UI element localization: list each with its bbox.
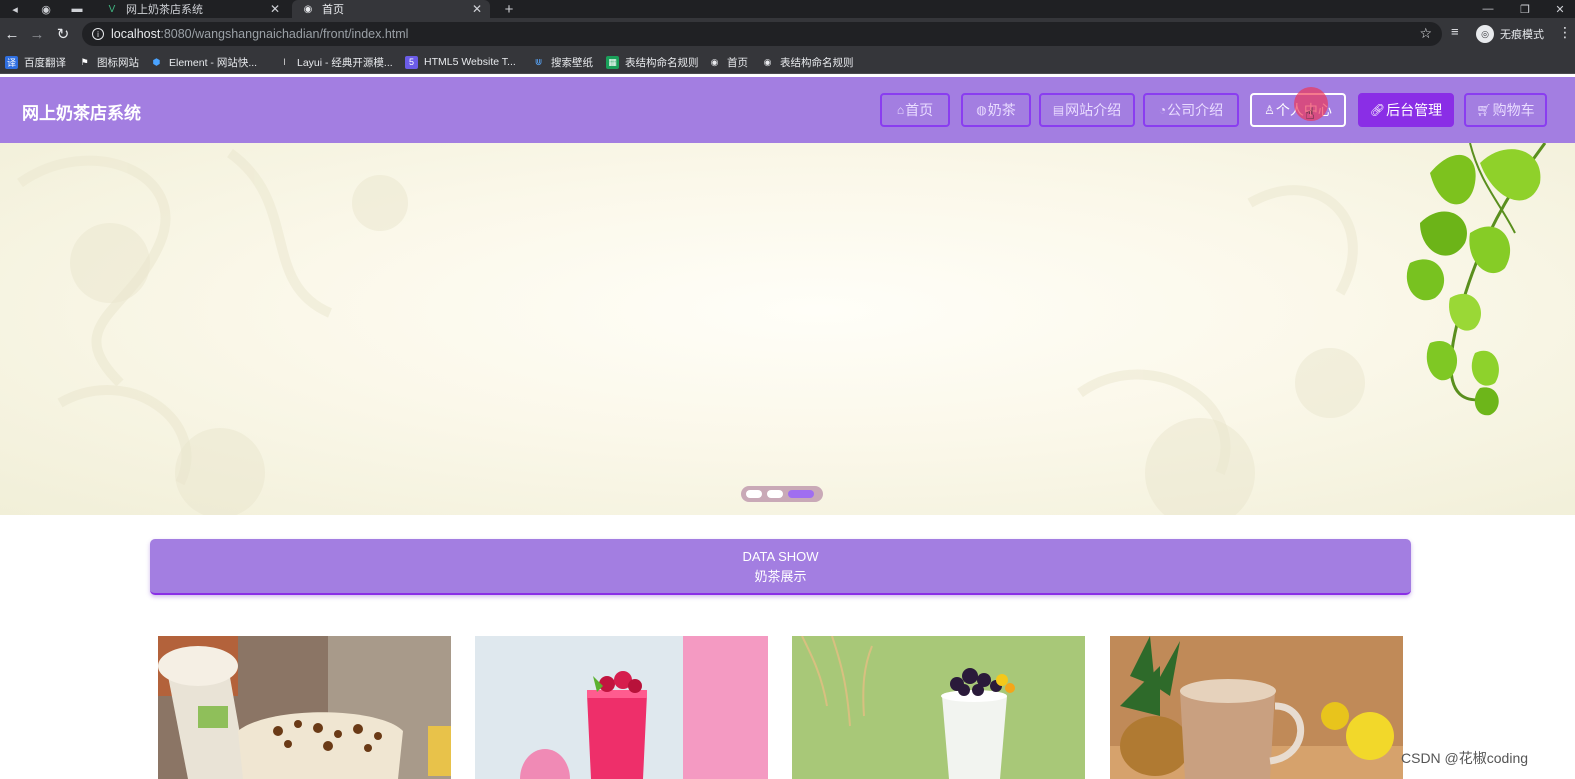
bookmark-item[interactable]: ▦ 表结构命名规则 bbox=[606, 54, 699, 70]
window-close-button[interactable]: ✕ bbox=[1545, 0, 1575, 18]
translate-icon: 译 bbox=[5, 55, 18, 69]
carousel-dot[interactable] bbox=[746, 490, 762, 498]
bookmark-star-icon[interactable]: ☆ bbox=[1419, 25, 1432, 42]
url-path: :8080/wangshangnaichadian/front/index.ht… bbox=[160, 27, 409, 41]
restore-button[interactable]: ❐ bbox=[1510, 0, 1540, 18]
bookmark-label: 搜索壁纸 bbox=[551, 56, 593, 69]
globe-icon: ◍ bbox=[976, 103, 987, 117]
bookmark-label: Layui - 经典开源模... bbox=[297, 56, 393, 69]
product-card[interactable] bbox=[1110, 636, 1403, 779]
user-icon: ♙ bbox=[1264, 103, 1275, 117]
nav-admin-button[interactable]: 🔗︎ 后台管理 bbox=[1358, 93, 1454, 127]
forward-button[interactable]: → bbox=[27, 24, 47, 44]
nav-cart-button[interactable]: 🛒︎ 购物车 bbox=[1464, 93, 1547, 127]
bookmark-label: 表结构命名规则 bbox=[625, 56, 699, 69]
window-icon[interactable]: ▬ bbox=[66, 0, 88, 18]
globe-icon: ◉ bbox=[763, 56, 772, 67]
bookmark-item[interactable]: ◉ 首页 bbox=[708, 54, 748, 70]
incognito-label: 无痕模式 bbox=[1500, 29, 1544, 41]
sheet-icon: ▦ bbox=[606, 55, 619, 69]
nav-company-intro-button[interactable]: ◔ 公司介绍 bbox=[1143, 93, 1239, 127]
vue-icon: V bbox=[108, 3, 116, 15]
carousel-dot[interactable] bbox=[767, 490, 783, 498]
reload-button[interactable]: ↻ bbox=[53, 24, 73, 44]
incognito-icon: ◎ bbox=[1476, 25, 1494, 43]
nav-site-intro-button[interactable]: ▤ 网站介绍 bbox=[1039, 93, 1135, 127]
tab-title: 网上奶茶店系统 bbox=[126, 4, 203, 16]
bookmark-item[interactable]: ⚑ 图标网站 bbox=[78, 54, 139, 70]
gauge-icon: ◔ bbox=[1158, 103, 1167, 117]
address-toolbar: ← → ↻ i localhost:8080/wangshangnaichadi… bbox=[0, 18, 1575, 50]
close-icon[interactable]: ✕ bbox=[270, 2, 280, 16]
nav-milktea-button[interactable]: ◍ 奶茶 bbox=[961, 93, 1031, 127]
product-image bbox=[475, 636, 768, 779]
flag-icon: ⚑ bbox=[80, 56, 89, 67]
document-icon: ▤ bbox=[1052, 103, 1065, 117]
nav-label: 公司介绍 bbox=[1167, 102, 1224, 118]
bookmark-item[interactable]: ⬢ Element - 网站快... bbox=[150, 54, 258, 70]
minimize-button[interactable]: — bbox=[1473, 0, 1503, 18]
site-title: 网上奶茶店系统 bbox=[22, 104, 141, 123]
globe-icon[interactable]: ◉ bbox=[35, 0, 57, 18]
html5-icon: 5 bbox=[405, 55, 418, 69]
tab-system[interactable]: V 网上奶茶店系统 ✕ bbox=[96, 0, 288, 18]
carousel-indicators bbox=[741, 486, 823, 502]
watermark: CSDN @花椒coding bbox=[1401, 750, 1529, 766]
nav-label: 购物车 bbox=[1492, 102, 1535, 118]
banner-carousel[interactable] bbox=[0, 143, 1575, 515]
link-icon: 🔗︎ bbox=[1369, 103, 1386, 117]
product-image bbox=[158, 636, 451, 779]
bookmarks-bar: 译百度翻译 ⚑ 图标网站 ⬢ Element - 网站快... Ⅰ Layui - 经… bbox=[0, 50, 1575, 74]
bookmark-item[interactable]: Ⅰ Layui - 经典开源模... bbox=[278, 54, 393, 70]
info-icon[interactable]: i bbox=[92, 28, 104, 40]
bookmark-item[interactable]: 5 HTML5 Website T... bbox=[405, 54, 516, 70]
home-icon: ⌂ bbox=[896, 103, 905, 117]
back-button[interactable]: ← bbox=[2, 24, 22, 44]
bookmark-label: 百度翻译 bbox=[24, 56, 66, 69]
incognito-indicator[interactable]: ◎ 无痕模式 bbox=[1476, 23, 1544, 45]
product-card[interactable] bbox=[475, 636, 768, 779]
cart-icon: 🛒︎ bbox=[1476, 103, 1492, 117]
product-card[interactable] bbox=[792, 636, 1085, 779]
data-show-title-en: DATA SHOW bbox=[742, 549, 819, 564]
tab-home[interactable]: ◉ 首页 ✕ bbox=[292, 0, 490, 18]
site-header: 网上奶茶店系统 ⌂首页 ◍奶茶 ▤网站介绍 ◔公司介绍 ♙个人中心 🔗︎后台管理… bbox=[0, 77, 1575, 143]
browser-tab-strip: ◂ ◉ ▬ V 网上奶茶店系统 ✕ ◉ 首页 ✕ + — ❐ ✕ bbox=[0, 0, 1575, 18]
nav-home-button[interactable]: ⌂ 首页 bbox=[880, 93, 950, 127]
bookmark-item[interactable]: ◉ 表结构命名规则 bbox=[761, 54, 854, 70]
nav-label: 首页 bbox=[905, 102, 934, 118]
bookmark-label: 图标网站 bbox=[97, 56, 139, 69]
wallpaper-icon: ⋓ bbox=[534, 56, 543, 67]
product-image bbox=[1110, 636, 1403, 779]
audio-icon[interactable]: ◂ bbox=[4, 0, 26, 18]
globe-icon: ◉ bbox=[710, 56, 719, 67]
tab-title: 首页 bbox=[322, 4, 344, 16]
globe-icon: ◉ bbox=[303, 3, 313, 15]
bookmark-item[interactable]: ⋓ 搜索壁纸 bbox=[532, 54, 593, 70]
banner-image bbox=[17, 143, 1547, 515]
bookmark-item[interactable]: 译百度翻译 bbox=[5, 54, 66, 70]
layui-icon: Ⅰ bbox=[283, 56, 286, 67]
reading-list-icon[interactable]: ≡ bbox=[1451, 24, 1459, 39]
nav-label: 奶茶 bbox=[987, 102, 1016, 118]
bookmark-label: 首页 bbox=[727, 56, 748, 69]
bookmark-label: Element - 网站快... bbox=[169, 56, 258, 69]
product-image bbox=[792, 636, 1085, 779]
bookmark-label: HTML5 Website T... bbox=[424, 56, 516, 68]
bookmark-label: 表结构命名规则 bbox=[780, 56, 854, 69]
close-icon[interactable]: ✕ bbox=[472, 2, 482, 16]
pointer-cursor-icon: ☝ bbox=[1305, 106, 1315, 123]
data-show-title-zh: 奶茶展示 bbox=[754, 569, 807, 584]
url-field[interactable]: i localhost:8080/wangshangnaichadian/fro… bbox=[82, 22, 1442, 46]
product-card[interactable] bbox=[158, 636, 451, 779]
more-menu-icon[interactable]: ⋮ bbox=[1558, 24, 1572, 41]
new-tab-button[interactable]: + bbox=[500, 0, 518, 18]
url-host: localhost bbox=[111, 27, 161, 41]
element-icon: ⬢ bbox=[152, 56, 161, 67]
nav-label: 网站介绍 bbox=[1065, 102, 1122, 118]
data-show-header: DATA SHOW 奶茶展示 bbox=[150, 539, 1411, 595]
nav-label: 后台管理 bbox=[1386, 102, 1443, 118]
carousel-dot-active[interactable] bbox=[788, 490, 814, 498]
